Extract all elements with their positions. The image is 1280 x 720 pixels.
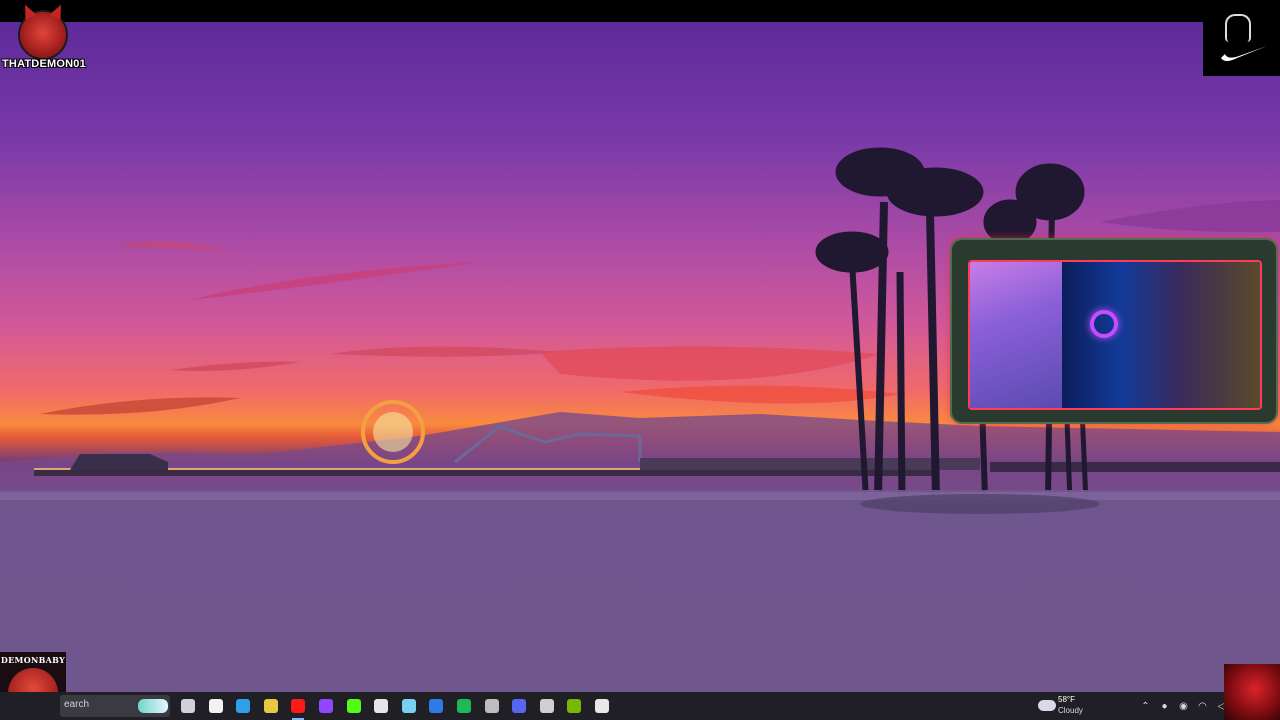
microsoft-store-icon[interactable] [205,695,227,717]
microsoft-store-icon-glyph [208,699,223,713]
webcam-feed [968,260,1262,410]
streamlabs-icon-glyph [374,699,389,713]
spotify-icon[interactable] [453,695,475,717]
webcam-overlay [952,240,1276,422]
vpn-icon-glyph [429,699,444,713]
cloud-icon [1038,700,1056,711]
search-highlight-icon [138,699,168,713]
youtube-icon-glyph [291,699,306,713]
praying-hands-swoosh-logo [1203,10,1280,76]
chevron-up-icon[interactable]: ⌃ [1136,701,1155,712]
webcam-room-view [1062,262,1260,408]
obs-icon[interactable] [481,695,503,717]
taskbar: earch 58°F Cloudy ⌃ ● ◉ ◠ ◁ [0,692,1280,720]
edge-icon[interactable] [232,695,254,717]
swoosh-icon [1221,46,1267,61]
task-view-icon[interactable] [177,695,199,717]
twitch-icon-glyph [318,699,333,713]
discord-icon-glyph [512,699,527,713]
demonbaby-logo-text: DEMONBABY [0,655,66,665]
vpn-icon[interactable] [425,695,447,717]
youtube-icon[interactable] [287,695,309,720]
weather-widget[interactable]: 58°F Cloudy [1036,694,1106,718]
vpn-tray-icon[interactable]: ◉ [1174,701,1193,712]
steam-icon-glyph [401,699,416,713]
praying-hands-icon [1225,14,1251,42]
weather-condition: Cloudy [1058,706,1083,715]
top-black-bar [0,0,1280,22]
webcam-window-view [970,262,1062,408]
game-icon-glyph [539,699,554,713]
thatdemon-logo-text: THATDEMON01 [2,58,86,70]
game-icon[interactable] [536,695,558,717]
twitch-icon[interactable] [315,695,337,717]
nvidia-icon-glyph [567,699,582,713]
pinned-apps [177,695,619,720]
weather-temp: 58°F [1058,695,1075,704]
edge-icon-glyph [236,699,251,713]
discord-icon[interactable] [508,695,530,717]
red-dragon-logo [1224,664,1280,720]
steam-icon[interactable] [398,695,420,717]
chrome-icon[interactable] [260,695,282,717]
streamlabs-icon[interactable] [370,695,392,717]
thatdemon-logo: THATDEMON01 [2,8,86,78]
obs-icon-glyph [484,699,499,713]
spotify-icon-glyph [456,699,471,713]
chrome-icon-glyph [263,699,278,713]
update-icon-glyph [594,699,609,713]
kick-icon[interactable] [343,695,365,717]
wifi-icon[interactable]: ◠ [1193,701,1212,712]
rgb-ring-light-icon [1090,310,1118,338]
kick-icon-glyph [346,699,361,713]
system-tray: ⌃ ● ◉ ◠ ◁ [1136,696,1231,716]
task-view-icon-glyph [181,699,195,713]
update-icon[interactable] [591,695,613,717]
search-label: earch [64,699,90,710]
demon-face-icon [18,10,68,60]
nvidia-icon[interactable] [563,695,585,717]
taskbar-search-box[interactable]: earch [60,695,170,717]
mic-icon[interactable]: ● [1155,701,1174,712]
